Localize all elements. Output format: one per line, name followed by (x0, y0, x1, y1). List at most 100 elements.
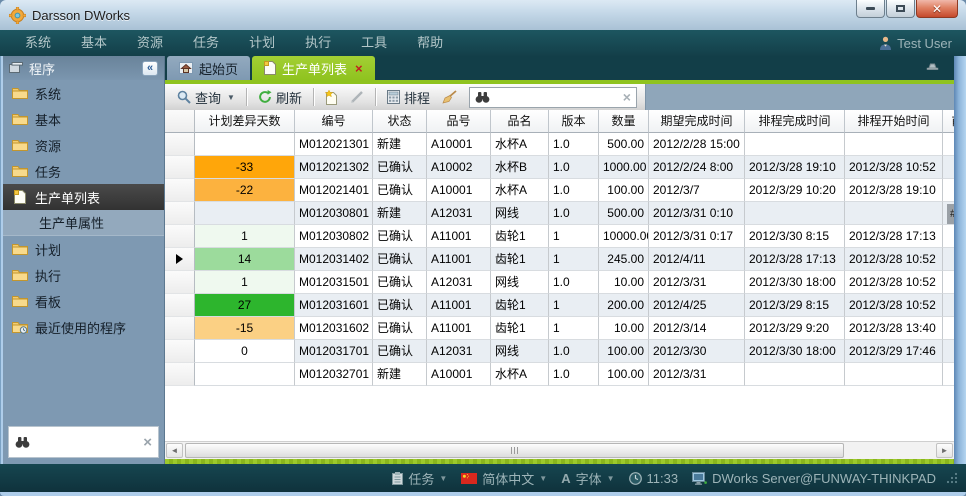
cell-sched_finish[interactable] (745, 363, 845, 386)
cell-extra[interactable] (943, 271, 954, 294)
statusbar-font-menu[interactable]: A 字体 ▼ (561, 469, 614, 488)
cell-item_name[interactable]: 水杯A (491, 363, 549, 386)
cell-qty[interactable]: 10.00 (599, 317, 649, 340)
table-row[interactable]: 27M012031601已确认A11001齿轮11200.002012/4/25… (165, 294, 954, 317)
cell-qty[interactable]: 500.00 (599, 202, 649, 225)
cell-version[interactable]: 1.0 (549, 156, 599, 179)
cell-due[interactable]: 2012/3/31 0:17 (649, 225, 745, 248)
cell-sched_start[interactable]: 2012/3/28 10:52 (845, 294, 943, 317)
toolbar-search-input[interactable] (495, 90, 618, 104)
menu-item-7[interactable]: 帮助 (402, 30, 458, 56)
statusbar-task-menu[interactable]: 任务 ▼ (392, 469, 447, 488)
cell-extra[interactable] (943, 248, 954, 271)
cell-status[interactable]: 已确认 (373, 248, 427, 271)
cell-diff[interactable] (195, 133, 295, 156)
cell-item_name[interactable]: 齿轮1 (491, 294, 549, 317)
cell-diff[interactable] (195, 363, 295, 386)
cell-version[interactable]: 1.0 (549, 133, 599, 156)
pin-icon[interactable] (925, 60, 940, 72)
cell-version[interactable]: 1 (549, 225, 599, 248)
cell-extra[interactable]: # (943, 202, 954, 225)
refresh-button[interactable]: 刷新 (254, 86, 306, 109)
cell-no[interactable]: M012032701 (295, 363, 373, 386)
table-row[interactable]: 1M012030802已确认A11001齿轮1110000.002012/3/3… (165, 225, 954, 248)
cell-qty[interactable]: 10000.00 (599, 225, 649, 248)
table-row[interactable]: M012021301新建A10001水杯A1.0500.002012/2/28 … (165, 133, 954, 156)
cell-due[interactable]: 2012/3/14 (649, 317, 745, 340)
cell-no[interactable]: M012031601 (295, 294, 373, 317)
cell-qty[interactable]: 100.00 (599, 179, 649, 202)
cell-sched_start[interactable]: 2012/3/29 17:46 (845, 340, 943, 363)
cell-sched_finish[interactable]: 2012/3/29 8:15 (745, 294, 845, 317)
cell-sched_start[interactable]: 2012/3/28 13:40 (845, 317, 943, 340)
menu-item-5[interactable]: 执行 (290, 30, 346, 56)
cell-qty[interactable]: 1000.00 (599, 156, 649, 179)
cell-status[interactable]: 已确认 (373, 156, 427, 179)
cell-extra[interactable] (943, 225, 954, 248)
cell-item_name[interactable]: 水杯A (491, 133, 549, 156)
column-header-7[interactable]: 期望完成时间 (649, 110, 745, 133)
cell-no[interactable]: M012021302 (295, 156, 373, 179)
table-row[interactable]: 14M012031402已确认A11001齿轮11245.002012/4/11… (165, 248, 954, 271)
sidebar-item-6[interactable]: 计划 (3, 236, 164, 262)
cell-sched_start[interactable]: 2012/3/28 10:52 (845, 248, 943, 271)
cell-diff[interactable] (195, 202, 295, 225)
edit-pencil-icon[interactable] (346, 88, 368, 106)
cell-diff[interactable]: 1 (195, 225, 295, 248)
cell-qty[interactable]: 100.00 (599, 340, 649, 363)
cell-item_no[interactable]: A10001 (427, 133, 491, 156)
cell-sched_finish[interactable]: 2012/3/29 9:20 (745, 317, 845, 340)
cell-due[interactable]: 2012/4/11 (649, 248, 745, 271)
tab-close-icon[interactable]: × (355, 61, 363, 76)
cell-sched_finish[interactable]: 2012/3/30 18:00 (745, 271, 845, 294)
cell-item_name[interactable]: 水杯A (491, 179, 549, 202)
cell-due[interactable]: 2012/2/24 8:00 (649, 156, 745, 179)
cell-sched_finish[interactable]: 2012/3/28 19:10 (745, 156, 845, 179)
column-header-1[interactable]: 编号 (295, 110, 373, 133)
column-header-5[interactable]: 版本 (549, 110, 599, 133)
table-row[interactable]: M012032701新建A10001水杯A1.0100.002012/3/31 (165, 363, 954, 386)
sidebar-item-3[interactable]: 任务 (3, 158, 164, 184)
cell-extra[interactable] (943, 179, 954, 202)
menu-item-4[interactable]: 计划 (234, 30, 290, 56)
cell-sched_start[interactable]: 2012/3/28 10:52 (845, 156, 943, 179)
cell-item_no[interactable]: A10001 (427, 179, 491, 202)
cell-item_name[interactable]: 齿轮1 (491, 225, 549, 248)
cell-status[interactable]: 已确认 (373, 340, 427, 363)
cell-qty[interactable]: 100.00 (599, 363, 649, 386)
column-header-10[interactable]: 前 (943, 110, 954, 133)
sidebar-item-2[interactable]: 资源 (3, 132, 164, 158)
cell-item_no[interactable]: A11001 (427, 225, 491, 248)
cell-diff[interactable]: -22 (195, 179, 295, 202)
cell-due[interactable]: 2012/3/30 (649, 340, 745, 363)
minimize-button[interactable] (856, 0, 885, 18)
table-row[interactable]: -15M012031602已确认A11001齿轮1110.002012/3/14… (165, 317, 954, 340)
schedule-button[interactable]: 排程 (383, 86, 434, 109)
cell-diff[interactable]: -15 (195, 317, 295, 340)
cell-item_no[interactable]: A10002 (427, 156, 491, 179)
cell-extra[interactable] (943, 363, 954, 386)
menu-item-3[interactable]: 任务 (178, 30, 234, 56)
cell-item_no[interactable]: A11001 (427, 317, 491, 340)
cell-no[interactable]: M012030802 (295, 225, 373, 248)
cell-status[interactable]: 新建 (373, 363, 427, 386)
cell-item_name[interactable]: 齿轮1 (491, 248, 549, 271)
cell-sched_finish[interactable]: 2012/3/28 17:13 (745, 248, 845, 271)
cell-extra[interactable] (943, 340, 954, 363)
column-header-6[interactable]: 数量 (599, 110, 649, 133)
cell-sched_finish[interactable]: 2012/3/29 10:20 (745, 179, 845, 202)
cell-diff[interactable]: 0 (195, 340, 295, 363)
cell-item_name[interactable]: 网线 (491, 202, 549, 225)
cell-version[interactable]: 1.0 (549, 340, 599, 363)
sidebar-search-input[interactable] (35, 435, 138, 449)
cell-no[interactable]: M012031701 (295, 340, 373, 363)
toolbar-search-clear-icon[interactable]: × (623, 89, 631, 105)
new-button[interactable] (321, 88, 342, 107)
cell-due[interactable]: 2012/4/25 (649, 294, 745, 317)
query-button[interactable]: 查询 ▼ (173, 86, 239, 109)
table-row[interactable]: -33M012021302已确认A10002水杯B1.01000.002012/… (165, 156, 954, 179)
cell-sched_start[interactable]: 2012/3/28 17:13 (845, 225, 943, 248)
cell-no[interactable]: M012021301 (295, 133, 373, 156)
cell-qty[interactable]: 10.00 (599, 271, 649, 294)
cell-extra[interactable] (943, 294, 954, 317)
